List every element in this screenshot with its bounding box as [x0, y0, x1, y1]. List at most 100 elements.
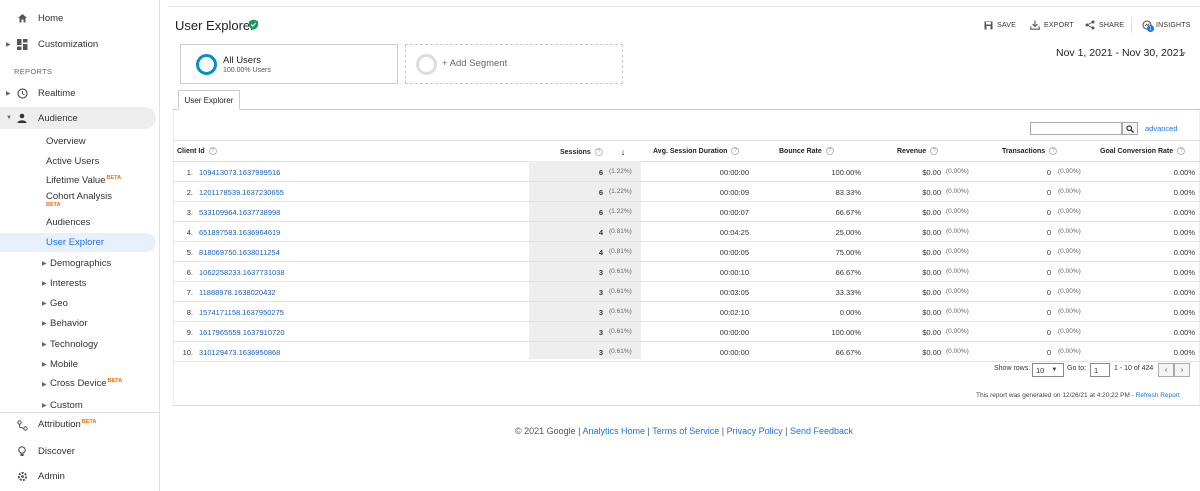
- nav-lifetime-value[interactable]: Lifetime ValueBETA: [0, 172, 156, 190]
- caret-right-icon: ▶: [42, 320, 47, 327]
- client-id-link[interactable]: 1201178539.1637230655: [199, 188, 284, 197]
- client-id-link[interactable]: 651897583.1636964619: [199, 228, 280, 237]
- client-id-link[interactable]: 109413073.1637999516: [199, 168, 280, 177]
- table-header-top-border: [173, 140, 1200, 141]
- nav-technology[interactable]: ▶ Technology: [0, 335, 156, 353]
- bounce-rate-value: 66.67%: [835, 348, 861, 357]
- privacy-link[interactable]: Privacy Policy: [727, 426, 783, 436]
- help-icon[interactable]: ?: [1177, 147, 1186, 155]
- client-id-link[interactable]: 11888978.1638020432: [199, 288, 276, 297]
- col-avg-session-duration[interactable]: Avg. Session Duration?: [653, 147, 740, 155]
- refresh-report-link[interactable]: Refresh Report: [1136, 392, 1180, 399]
- nav-user-explorer[interactable]: User Explorer: [0, 233, 156, 252]
- segment-all-users[interactable]: All Users 100.00% Users: [180, 44, 398, 84]
- nav-demographics[interactable]: ▶ Demographics: [0, 254, 156, 272]
- show-rows-value: 10: [1036, 365, 1045, 375]
- revenue-pct: (0.00%): [946, 228, 969, 235]
- nav-home[interactable]: Home: [0, 7, 156, 29]
- analytics-home-link[interactable]: Analytics Home: [583, 426, 646, 436]
- tab-user-explorer[interactable]: User Explorer: [178, 90, 240, 110]
- nav-overview[interactable]: Overview: [0, 132, 156, 150]
- help-icon[interactable]: ?: [930, 147, 939, 155]
- terms-link[interactable]: Terms of Service: [652, 426, 719, 436]
- add-segment-label: + Add Segment: [442, 58, 508, 69]
- transactions-value: 0: [1046, 228, 1051, 237]
- nav-cross-device[interactable]: ▶ Cross DeviceBETA: [0, 375, 156, 393]
- footer-copyright: © 2021 Google |: [514, 426, 583, 436]
- nav-discover[interactable]: Discover: [0, 440, 156, 462]
- client-id-link[interactable]: 1617965559.1637910720: [199, 328, 285, 337]
- revenue-value: $0.00: [922, 168, 941, 177]
- nav-active-users[interactable]: Active Users: [0, 152, 156, 170]
- nav-audiences[interactable]: Audiences: [0, 213, 156, 231]
- transactions-value: 0: [1046, 188, 1051, 197]
- row-index: 10.: [182, 348, 193, 357]
- table-search-input[interactable]: [1030, 122, 1122, 135]
- table-row: 9. 1617965559.1637910720 3 (0.61%) 00:00:00 1…: [173, 322, 1200, 342]
- revenue-pct: (0.00%): [946, 328, 969, 335]
- row-index: 6.: [186, 268, 193, 277]
- nav-mobile[interactable]: ▶ Mobile: [0, 355, 156, 373]
- client-id-link[interactable]: 310129473.1636950868: [199, 348, 280, 357]
- nav-cohort-analysis[interactable]: Cohort Analysis BETA: [0, 190, 156, 212]
- col-sessions[interactable]: Sessions? ↓: [560, 147, 625, 157]
- toolbar-divider: [1131, 17, 1132, 33]
- nav-behavior[interactable]: ▶ Behavior: [0, 314, 156, 332]
- revenue-value: $0.00: [922, 208, 941, 217]
- search-button[interactable]: [1122, 122, 1138, 135]
- col-client-id[interactable]: Client Id?: [177, 147, 217, 155]
- dashboard-icon: [16, 38, 28, 50]
- col-bounce-rate[interactable]: Bounce Rate?: [779, 147, 834, 155]
- share-button[interactable]: SHARE: [1085, 20, 1124, 30]
- nav-customization[interactable]: ▶ Customization: [0, 33, 156, 55]
- date-range-picker[interactable]: Nov 1, 2021 - Nov 30, 2021: [1056, 47, 1184, 59]
- advanced-filter-link[interactable]: advanced: [1145, 124, 1178, 133]
- help-icon[interactable]: ?: [1049, 147, 1058, 155]
- sessions-value: 3: [598, 308, 603, 317]
- col-goal-conversion-rate[interactable]: Goal Conversion Rate?: [1100, 147, 1186, 155]
- help-icon[interactable]: ?: [825, 147, 834, 155]
- chevron-down-icon[interactable]: ▼: [1180, 51, 1187, 58]
- client-id-link[interactable]: 1062258233.1637731038: [199, 268, 285, 277]
- export-button[interactable]: EXPORT: [1030, 20, 1074, 30]
- nav-attribution[interactable]: AttributionBETA: [0, 414, 156, 436]
- add-segment-button[interactable]: + Add Segment: [405, 44, 623, 84]
- col-revenue-label: Revenue: [897, 147, 927, 155]
- share-icon: [1085, 20, 1095, 30]
- nav-realtime[interactable]: ▶ Realtime: [0, 82, 156, 104]
- nav-interests[interactable]: ▶ Interests: [0, 274, 156, 292]
- share-label: SHARE: [1099, 21, 1125, 29]
- col-revenue[interactable]: Revenue?: [897, 147, 939, 155]
- help-icon[interactable]: ?: [731, 147, 740, 155]
- insights-button[interactable]: 1 INSIGHTS: [1142, 20, 1191, 32]
- next-page-button[interactable]: ›: [1174, 363, 1190, 377]
- show-rows-select[interactable]: 10 ▼: [1032, 363, 1064, 377]
- save-button[interactable]: SAVE: [983, 20, 1016, 30]
- revenue-value: $0.00: [922, 268, 941, 277]
- client-id-link[interactable]: 1574171158.1637950275: [199, 308, 284, 317]
- goal-conversion-value: 0.00%: [1173, 328, 1195, 337]
- transactions-pct: (0.00%): [1058, 268, 1081, 275]
- feedback-link[interactable]: Send Feedback: [790, 426, 853, 436]
- table-row: 7. 11888978.1638020432 3 (0.61%) 00:03:05 33.…: [173, 282, 1200, 302]
- clock-icon: [16, 87, 28, 99]
- client-id-link[interactable]: 533109964.1637738998: [199, 208, 280, 217]
- sort-desc-icon[interactable]: ↓: [621, 147, 626, 157]
- help-icon[interactable]: ?: [208, 147, 217, 155]
- help-icon[interactable]: ?: [594, 148, 603, 156]
- revenue-pct: (0.00%): [946, 288, 969, 295]
- col-transactions[interactable]: Transactions?: [1002, 147, 1058, 155]
- beta-badge: BETA: [46, 202, 61, 208]
- col-transactions-label: Transactions: [1002, 147, 1046, 155]
- nav-audience[interactable]: ▼ Audience: [0, 107, 156, 129]
- revenue-value: $0.00: [922, 248, 941, 257]
- prev-page-button[interactable]: ‹: [1158, 363, 1174, 377]
- segment-name: All Users: [223, 55, 262, 66]
- nav-geo[interactable]: ▶ Geo: [0, 294, 156, 312]
- goto-page-input[interactable]: 1: [1090, 363, 1110, 377]
- avg-duration-value: 00:03:05: [719, 288, 749, 297]
- nav-admin[interactable]: Admin: [0, 465, 156, 487]
- client-id-link[interactable]: 818069750.1638011254: [199, 248, 280, 257]
- caret-right-icon: ▶: [42, 402, 47, 409]
- revenue-value: $0.00: [922, 308, 941, 317]
